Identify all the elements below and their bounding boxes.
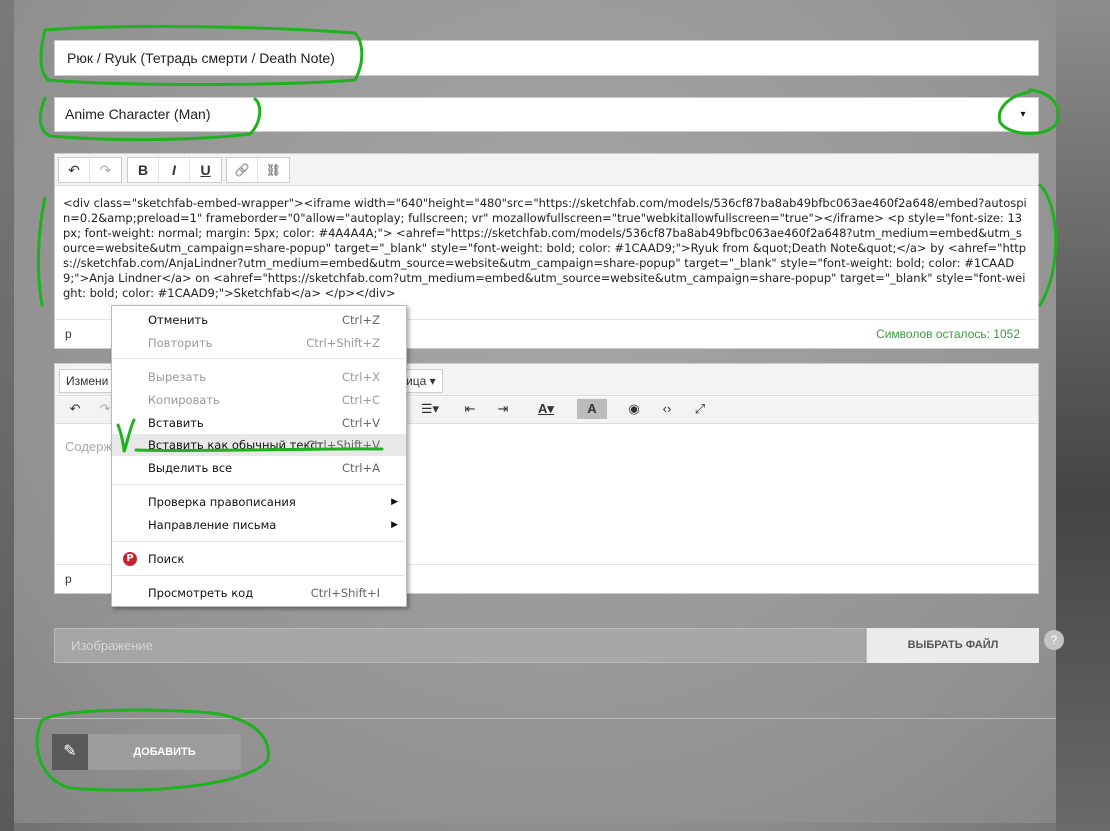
ctx-spellcheck-label: Проверка правописания bbox=[148, 495, 296, 509]
ctx-undo[interactable]: Отменить Ctrl+Z bbox=[112, 309, 406, 331]
category-select[interactable]: Anime Character (Man) ▾ bbox=[54, 97, 1039, 132]
ctx-cut-label: Вырезать bbox=[148, 370, 206, 384]
choose-file-button[interactable]: ВЫБРАТЬ ФАЙЛ bbox=[867, 628, 1039, 663]
ctx-view-source-shortcut: Ctrl+Shift+I bbox=[310, 586, 380, 600]
ctx-search[interactable]: P Поиск bbox=[112, 548, 406, 570]
editor-toolbar: ↶ ↷ B I U 🔗 ⛓ bbox=[55, 154, 1038, 186]
pencil-icon: ✎ bbox=[52, 734, 88, 770]
ctx-undo-shortcut: Ctrl+Z bbox=[342, 313, 380, 327]
ctx-redo-shortcut: Ctrl+Shift+Z bbox=[306, 336, 380, 350]
ctx-separator bbox=[113, 358, 405, 359]
fullscreen-icon[interactable]: ⤢ bbox=[690, 399, 710, 419]
ctx-select-all-label: Выделить все bbox=[148, 461, 233, 475]
chevron-down-icon[interactable]: ▾ bbox=[1014, 98, 1032, 131]
add-button-label: ДОБАВИТЬ bbox=[133, 746, 196, 758]
pinterest-icon: P bbox=[123, 552, 137, 566]
undo-icon[interactable]: ↶ bbox=[65, 399, 85, 419]
chars-left-counter: Символов осталось: 1052 bbox=[876, 327, 1020, 341]
element-path: p bbox=[65, 572, 72, 586]
ctx-cut-shortcut: Ctrl+X bbox=[342, 370, 380, 384]
category-select-value: Anime Character (Man) bbox=[65, 106, 211, 122]
title-input[interactable]: Рюк / Ryuk (Тетрадь смерти / Death Note) bbox=[54, 40, 1039, 76]
background-right-edge bbox=[1056, 0, 1110, 831]
ctx-separator bbox=[113, 541, 405, 542]
italic-button[interactable]: I bbox=[159, 158, 190, 182]
outdent-icon[interactable]: ⇤ bbox=[460, 399, 480, 419]
ctx-redo[interactable]: Повторить Ctrl+Shift+Z bbox=[112, 332, 406, 354]
content-placeholder: Содерж bbox=[65, 439, 113, 454]
ctx-direction-label: Направление письма bbox=[148, 518, 277, 532]
ctx-paste-label: Вставить bbox=[148, 416, 204, 430]
image-input[interactable]: Изображение bbox=[54, 628, 867, 663]
preview-icon[interactable]: ◉ bbox=[624, 399, 644, 419]
ctx-separator bbox=[113, 484, 405, 485]
ctx-view-source-label: Просмотреть код bbox=[148, 586, 254, 600]
ctx-paste-plain-label: Вставить как обычный текст bbox=[148, 438, 324, 452]
ctx-spellcheck[interactable]: Проверка правописания ▶ bbox=[112, 491, 406, 513]
ctx-paste[interactable]: Вставить Ctrl+V bbox=[112, 412, 406, 434]
link-group: 🔗 ⛓ bbox=[226, 157, 290, 183]
add-button[interactable]: ✎ ДОБАВИТЬ bbox=[52, 734, 241, 770]
ctx-direction[interactable]: Направление письма ▶ bbox=[112, 514, 406, 536]
redo-icon[interactable]: ↷ bbox=[90, 158, 121, 182]
ctx-copy-label: Копировать bbox=[148, 393, 220, 407]
background-left-edge bbox=[0, 0, 14, 831]
history-group: ↶ ↷ bbox=[58, 157, 122, 183]
ctx-select-all-shortcut: Ctrl+A bbox=[342, 461, 380, 475]
ctx-cut[interactable]: Вырезать Ctrl+X bbox=[112, 366, 406, 388]
format-group: B I U bbox=[127, 157, 222, 183]
ctx-paste-shortcut: Ctrl+V bbox=[342, 416, 380, 430]
ctx-undo-label: Отменить bbox=[148, 313, 208, 327]
chevron-right-icon: ▶ bbox=[391, 520, 398, 530]
context-menu: Отменить Ctrl+Z Повторить Ctrl+Shift+Z В… bbox=[111, 305, 407, 607]
divider bbox=[14, 718, 1056, 719]
ctx-paste-plain[interactable]: Вставить как обычный текст Ctrl+Shift+V bbox=[112, 434, 406, 456]
ctx-copy[interactable]: Копировать Ctrl+C bbox=[112, 389, 406, 411]
code-icon[interactable]: ‹› bbox=[657, 399, 677, 419]
bg-color-icon[interactable]: A bbox=[577, 399, 607, 419]
help-icon[interactable]: ? bbox=[1044, 630, 1064, 650]
ctx-redo-label: Повторить bbox=[148, 336, 213, 350]
indent-icon[interactable]: ⇥ bbox=[493, 399, 513, 419]
undo-icon[interactable]: ↶ bbox=[59, 158, 90, 182]
ctx-separator bbox=[113, 575, 405, 576]
ctx-view-source[interactable]: Просмотреть код Ctrl+Shift+I bbox=[112, 582, 406, 604]
element-path: p bbox=[65, 327, 72, 341]
ctx-select-all[interactable]: Выделить все Ctrl+A bbox=[112, 457, 406, 479]
chevron-right-icon: ▶ bbox=[391, 497, 398, 507]
menu-edit[interactable]: Измени bbox=[59, 369, 116, 393]
ctx-paste-plain-shortcut: Ctrl+Shift+V bbox=[306, 438, 380, 452]
bold-button[interactable]: B bbox=[128, 158, 159, 182]
text-color-icon[interactable]: A▾ bbox=[531, 399, 561, 419]
ctx-search-label: Поиск bbox=[148, 552, 185, 566]
link-icon[interactable]: 🔗 bbox=[227, 158, 258, 182]
underline-button[interactable]: U bbox=[190, 158, 221, 182]
editor-content[interactable]: <div class="sketchfab-embed-wrapper"><if… bbox=[63, 196, 1028, 301]
unlink-icon[interactable]: ⛓ bbox=[258, 158, 289, 182]
ctx-copy-shortcut: Ctrl+C bbox=[341, 393, 380, 407]
numbered-list-icon[interactable]: ☰▾ bbox=[415, 399, 445, 419]
